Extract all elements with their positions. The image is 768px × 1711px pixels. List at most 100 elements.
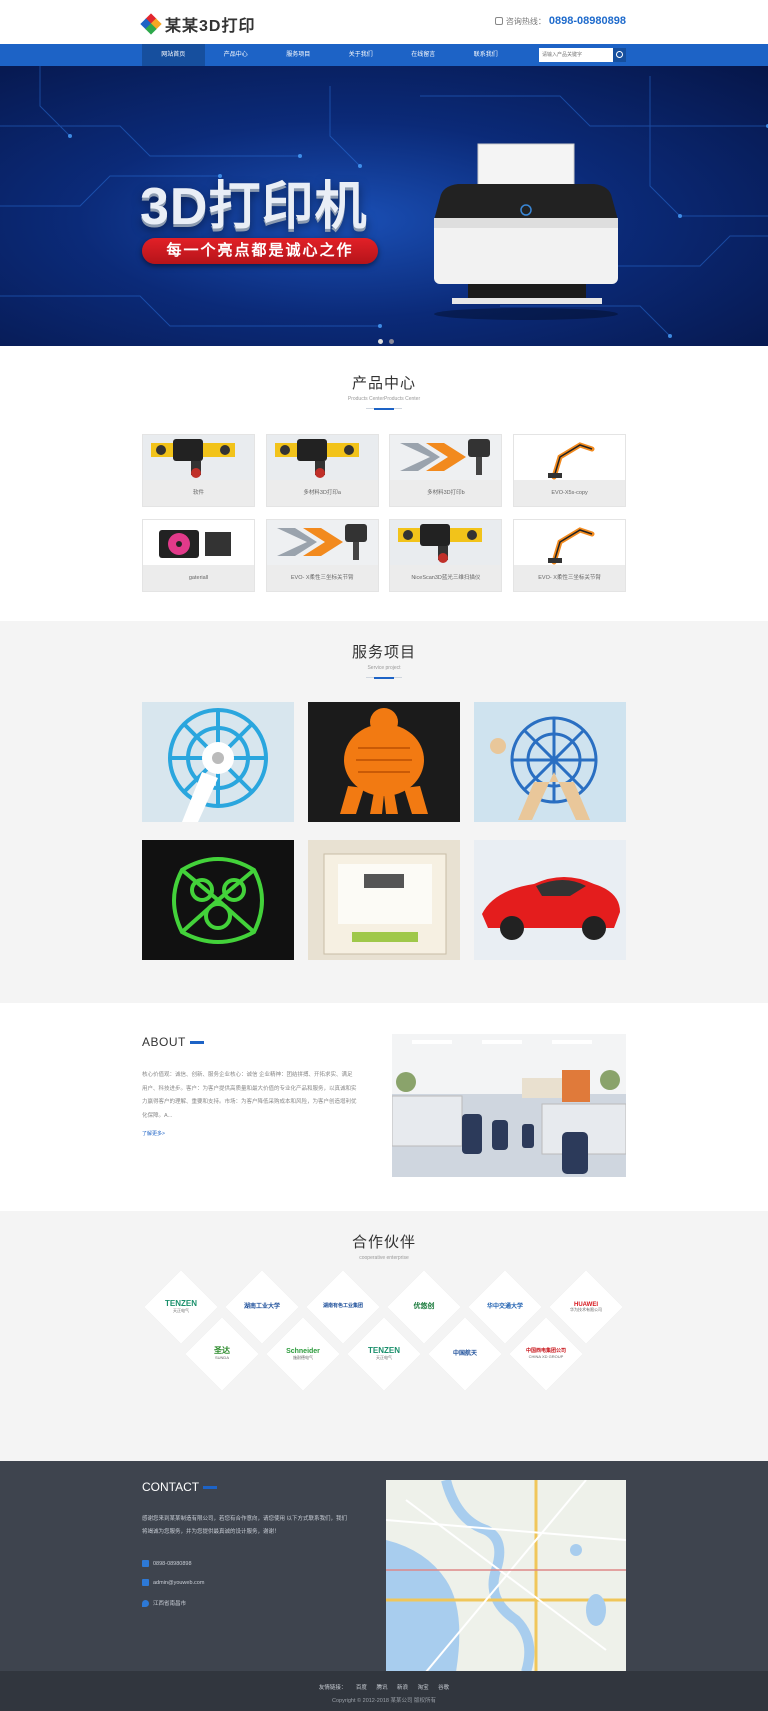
partner-logo[interactable]: 中国航天 <box>428 1317 502 1391</box>
friend-link[interactable]: 新浪 <box>397 1685 408 1691</box>
product-caption: 软件 <box>143 480 254 506</box>
title-underline <box>366 676 402 679</box>
product-card[interactable]: 多材料3D打印b <box>389 434 503 507</box>
product-image <box>390 435 502 480</box>
product-card[interactable]: EVO- X柔性三坐标关节臂 <box>265 519 379 592</box>
product-caption: EVO-X5s-copy <box>514 480 626 506</box>
banner-slogan: 每一个亮点都是诚心之作 <box>142 238 378 264</box>
mail-icon <box>142 1579 149 1586</box>
phone-icon <box>142 1560 149 1567</box>
contact-title-text: CONTACT <box>142 1480 200 1494</box>
nav-item-home[interactable]: 网站首页 <box>142 44 205 66</box>
service-image-orange-monster[interactable] <box>308 702 460 822</box>
map[interactable] <box>386 1480 626 1672</box>
slider-dots <box>378 339 394 344</box>
products-title: 产品中心 <box>351 375 416 392</box>
contact-email: admin@youweb.com <box>142 1579 204 1586</box>
service-image-red-car[interactable] <box>474 840 626 960</box>
service-image-wooden-wheel[interactable] <box>474 702 626 822</box>
partners-title: 合作伙伴 <box>351 1234 416 1251</box>
contact-title: CONTACT <box>142 1480 218 1494</box>
contact-phone-text: 0898-08980898 <box>153 1560 192 1567</box>
slider-dot[interactable] <box>389 339 394 344</box>
product-image <box>514 520 626 565</box>
product-image <box>514 435 626 480</box>
partner-sub: SUNDA <box>214 1355 229 1361</box>
friend-links-label: 友情链接： <box>318 1685 347 1691</box>
search-button[interactable] <box>613 48 626 62</box>
partners-subtitle: cooperative enterprise <box>359 1255 409 1261</box>
services-title: 服务项目 <box>351 644 416 661</box>
main-nav: 网站首页 产品中心 服务项目 关于我们 在线留言 联系我们 <box>0 44 768 66</box>
partner-name: 圣达 <box>214 1346 230 1356</box>
product-caption: 多材料3D打印b <box>390 480 502 506</box>
about-more-link[interactable]: 了解更多> <box>142 1130 165 1137</box>
partner-name: 湖南有色工业集团 <box>322 1303 363 1310</box>
contact-intro: 感谢您来到某某制造有限公司，若您有合作意向，请您使用 以下方式联系我们，我们将竭… <box>142 1516 348 1535</box>
product-card[interactable]: 软件 <box>142 434 255 507</box>
friend-link[interactable]: 淘宝 <box>418 1685 429 1691</box>
partner-sub: 天正电气 <box>376 1355 392 1361</box>
services-subtitle: Service project <box>367 665 401 671</box>
phone-icon <box>494 17 503 25</box>
header: 某某3D打印 咨询热线： 0898-08980898 <box>0 0 768 44</box>
partner-logo[interactable]: TENZEN 天正电气 <box>347 1317 421 1391</box>
product-card[interactable]: 多材料3D打印a <box>265 434 379 507</box>
nav-item-about[interactable]: 关于我们 <box>330 44 393 66</box>
product-card[interactable]: NiceScan3D蓝光三维扫描仪 <box>389 519 503 592</box>
partner-sub: 天正电气 <box>173 1308 189 1314</box>
service-image-green-lattice[interactable] <box>142 840 294 960</box>
footer: 友情链接： 百度 腾讯 新浪 淘宝 谷歌 Copyright © 2012-20… <box>0 1671 768 1711</box>
partners-heading: 合作伙伴 cooperative enterprise <box>0 1231 768 1261</box>
friend-link[interactable]: 百度 <box>356 1685 367 1691</box>
hero-banner: 3D打印机 每一个亮点都是诚心之作 <box>0 66 768 346</box>
nav-item-products[interactable]: 产品中心 <box>205 44 268 66</box>
friend-link[interactable]: 谷歌 <box>438 1685 449 1691</box>
search-input[interactable] <box>539 48 613 62</box>
friend-link[interactable]: 腾讯 <box>376 1685 387 1691</box>
service-image-printer-machine[interactable] <box>308 840 460 960</box>
product-card[interactable]: EVO-X5s-copy <box>513 434 627 507</box>
product-caption: EVO- X柔性三坐标关节臂 <box>514 565 626 591</box>
about-section: ABOUT 核心价值观：诚信、创新、服务企业核心：诚信 企业精神：团结拼搏、开拓… <box>0 1003 768 1211</box>
hotline-label: 咨询热线： <box>505 16 546 26</box>
products-heading: 产品中心 Products CenterProducts Center <box>0 372 768 410</box>
partners-section: 合作伙伴 cooperative enterprise TENZEN 天正电气 湖… <box>0 1211 768 1461</box>
partner-name: Schneider <box>286 1347 320 1355</box>
partner-logo[interactable]: Schneider 施耐德电气 <box>266 1317 340 1391</box>
product-image <box>266 435 378 480</box>
location-icon <box>142 1599 149 1607</box>
title-underline <box>203 1486 218 1490</box>
office-image <box>392 1034 626 1177</box>
nav-item-contact[interactable]: 联系我们 <box>455 44 518 66</box>
nav-item-message[interactable]: 在线留言 <box>392 44 455 66</box>
product-card[interactable]: gateriall <box>142 519 255 592</box>
product-card[interactable]: EVO- X柔性三坐标关节臂 <box>513 519 627 592</box>
products-subtitle: Products CenterProducts Center <box>347 396 421 402</box>
product-caption: gateriall <box>143 565 254 591</box>
about-title: ABOUT <box>142 1035 204 1049</box>
partner-logo[interactable]: 中国西电集团公司 CHINA XD GROUP <box>509 1317 583 1391</box>
friend-links: 友情链接： 百度 腾讯 新浪 淘宝 谷歌 <box>0 1671 768 1691</box>
service-image-ferris-wheel[interactable] <box>142 702 294 822</box>
contact-address: 江西省南昌市 <box>142 1599 186 1607</box>
services-heading: 服务项目 Service project <box>0 641 768 679</box>
partner-logo[interactable]: 圣达 SUNDA <box>185 1317 259 1391</box>
title-underline <box>189 1041 204 1045</box>
partner-name: 中国航天 <box>452 1350 477 1357</box>
nav-item-services[interactable]: 服务项目 <box>267 44 330 66</box>
partner-sub: 华为技术有限公司 <box>570 1307 602 1313</box>
slider-dot[interactable] <box>378 339 383 344</box>
copyright: Copyright © 2012-2018 某某公司 版权所有 <box>331 1698 436 1704</box>
service-grid <box>142 702 626 960</box>
partner-sub: 施耐德电气 <box>292 1354 313 1360</box>
product-image <box>266 520 378 565</box>
logo[interactable]: 某某3D打印 <box>140 12 255 36</box>
about-title-text: ABOUT <box>142 1035 186 1049</box>
partner-name: 华中交通大学 <box>486 1303 523 1310</box>
about-text: 核心价值观：诚信、创新、服务企业核心：诚信 企业精神：团结拼搏、开拓求实、满足用… <box>142 1072 357 1119</box>
circuit-background <box>0 66 768 338</box>
product-caption: NiceScan3D蓝光三维扫描仪 <box>390 565 502 591</box>
printer-image <box>434 143 618 320</box>
contact-email-text[interactable]: admin@youweb.com <box>153 1580 204 1586</box>
